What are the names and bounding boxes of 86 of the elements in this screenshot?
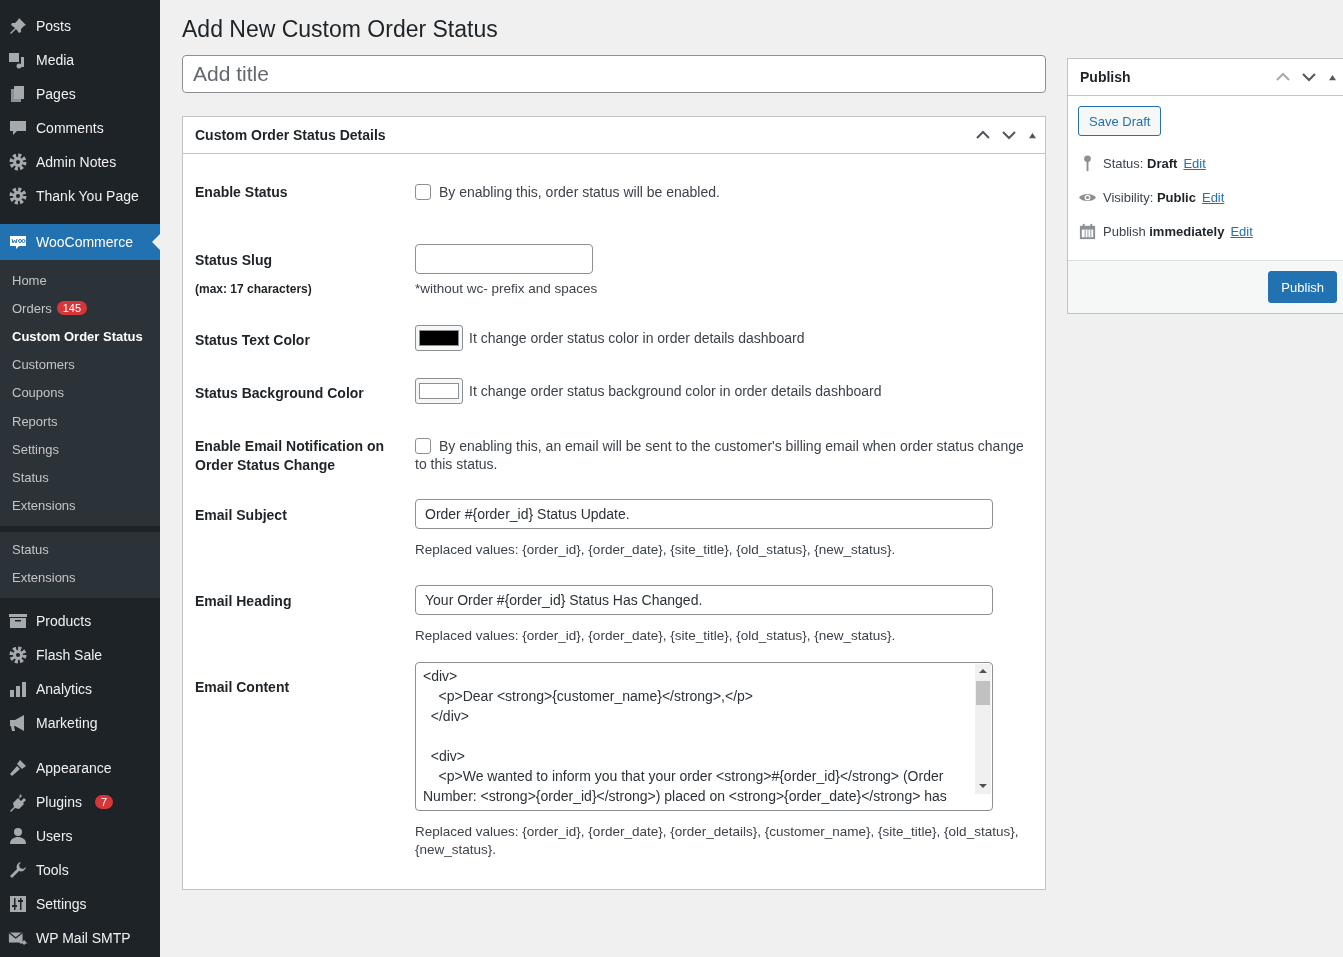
submenu-item[interactable]: Settings — [0, 435, 160, 464]
submenu-item[interactable]: Home — [0, 266, 160, 295]
plug-icon — [8, 792, 28, 813]
color-picker[interactable] — [415, 378, 463, 404]
count-badge: 7 — [94, 795, 114, 810]
checkbox-description: By enabling this, an email will be sent to the customer's billing email when order status change to this status. — [415, 437, 1025, 473]
field-help: Replaced values: {order_id}, {order_date}, {site_title}, {old_status}, {new_status}. — [415, 627, 897, 645]
field-label: Enable Email Notification on Order Status Change — [195, 437, 386, 475]
sidebar-item[interactable]: Plugins 7 — [0, 785, 160, 820]
sidebar-item[interactable]: Appearance — [0, 751, 160, 786]
chevron-down-icon[interactable] — [1002, 130, 1016, 140]
bar-chart-icon — [8, 679, 28, 700]
wrench-icon — [8, 860, 28, 881]
checkbox[interactable] — [415, 438, 431, 454]
submenu-item[interactable]: Orders 145 — [0, 294, 160, 323]
user-icon — [8, 826, 28, 847]
sidebar-item[interactable]: Thank You Page — [0, 179, 160, 213]
chevron-up-icon[interactable] — [976, 130, 990, 140]
submenu-item[interactable]: Extensions — [0, 563, 160, 593]
checkbox-description: By enabling this, order status will be enabled. — [415, 183, 1033, 201]
sidebar-item[interactable]: Settings — [0, 887, 160, 922]
submenu-item[interactable]: Coupons — [0, 378, 160, 407]
publish-button[interactable]: Publish — [1268, 271, 1337, 303]
scrollbar[interactable] — [975, 664, 991, 794]
gear-icon — [8, 186, 28, 206]
sidebar-item[interactable]: Admin Notes — [0, 145, 160, 179]
calendar-icon — [1078, 221, 1097, 241]
sidebar-item[interactable]: Media — [0, 43, 160, 77]
panel-title: Custom Order Status Details — [195, 127, 386, 143]
field-label: Status Text Color — [195, 331, 311, 350]
sidebar-item[interactable]: Analytics — [0, 672, 160, 707]
text-field[interactable]: Your Order #{order_id} Status Has Changed. — [415, 585, 993, 615]
sidebar-item[interactable]: WP Mail SMTP — [0, 921, 160, 956]
checkbox[interactable] — [415, 184, 431, 200]
panel-title: Publish — [1080, 69, 1131, 85]
field-label: Status Slug — [195, 251, 273, 270]
gear-icon — [8, 152, 28, 172]
content-textarea[interactable]: <div> <p>Dear <strong>{customer_name}</strong>,</p> </div> <div> <p>We wanted to inform you that your order <strong>#{order_id}</strong> (Order Number: <strong>{order_id}</strong>) placed on <strong>{order_date}</strong> has — [415, 662, 993, 811]
sidebar-item[interactable]: Products — [0, 604, 160, 639]
sidebar-item[interactable]: Flash Sale — [0, 638, 160, 673]
collapse-triangle-icon[interactable] — [1328, 73, 1337, 81]
count-badge: 145 — [56, 301, 88, 316]
text-field[interactable] — [415, 244, 593, 274]
page-title: Add New Custom Order Status — [182, 16, 499, 43]
field-help: *without wc- prefix and spaces — [415, 280, 599, 298]
publish-setting: Visibility: Public — [1103, 189, 1196, 205]
edit-link[interactable]: Edit — [1230, 223, 1253, 239]
field-description: It change order status background color in order details dashboard — [469, 383, 882, 399]
submenu-item[interactable]: Custom Order Status — [0, 322, 160, 351]
edit-link[interactable]: Edit — [1201, 189, 1225, 205]
sidebar-item[interactable]: Posts — [0, 9, 160, 43]
submenu-item[interactable]: Status — [0, 535, 160, 564]
field-label: Email Heading — [195, 592, 293, 611]
submenu-item[interactable]: Extensions — [0, 491, 160, 520]
sidebar-item[interactable]: Users — [0, 819, 160, 854]
sliders-icon — [8, 894, 28, 915]
color-picker[interactable] — [415, 325, 463, 351]
publish-setting: Status: Draft — [1103, 155, 1178, 171]
sidebar-item[interactable]: Comments — [0, 111, 160, 145]
pushpin-icon — [8, 16, 28, 36]
chevron-down-icon[interactable] — [1302, 72, 1316, 82]
text-field[interactable]: Order #{order_id} Status Update. — [415, 499, 993, 529]
field-description: It change order status color in order details dashboard — [469, 330, 805, 346]
gear-icon — [8, 645, 28, 666]
collapse-triangle-icon[interactable] — [1028, 131, 1037, 139]
edit-link[interactable]: Edit — [1183, 155, 1206, 171]
sidebar-item[interactable]: Pages — [0, 77, 160, 111]
paintbrush-icon — [8, 758, 28, 779]
publish-setting: Publish immediately — [1103, 223, 1225, 239]
sidebar-item[interactable]: Marketing — [0, 706, 160, 741]
field-label: Enable Status — [195, 183, 289, 202]
submenu-item[interactable]: Customers — [0, 350, 160, 379]
comment-icon — [8, 118, 28, 138]
field-label: Status Background Color — [195, 384, 365, 403]
sidebar-item[interactable]: WooCommerce — [0, 224, 160, 260]
save-draft-button[interactable]: Save Draft — [1078, 106, 1162, 136]
menu-pointer-icon — [152, 234, 160, 250]
submenu-item[interactable]: Status — [0, 463, 160, 492]
field-label: Email Content — [195, 678, 291, 697]
title-field[interactable]: Add title — [182, 55, 1046, 93]
sidebar-item[interactable]: Tools — [0, 853, 160, 888]
submenu-item[interactable]: Reports — [0, 406, 160, 436]
field-label: Email Subject — [195, 506, 288, 525]
field-help: Replaced values: {order_id}, {order_date}, {site_title}, {old_status}, {new_status}. — [415, 541, 897, 559]
field-hint: (max: 17 characters) — [195, 282, 313, 296]
field-help: Replaced values: {order_id}, {order_date}, {order_details}, {customer_name}, {site_title}, {old_status}, {new_status}. — [415, 823, 1020, 859]
